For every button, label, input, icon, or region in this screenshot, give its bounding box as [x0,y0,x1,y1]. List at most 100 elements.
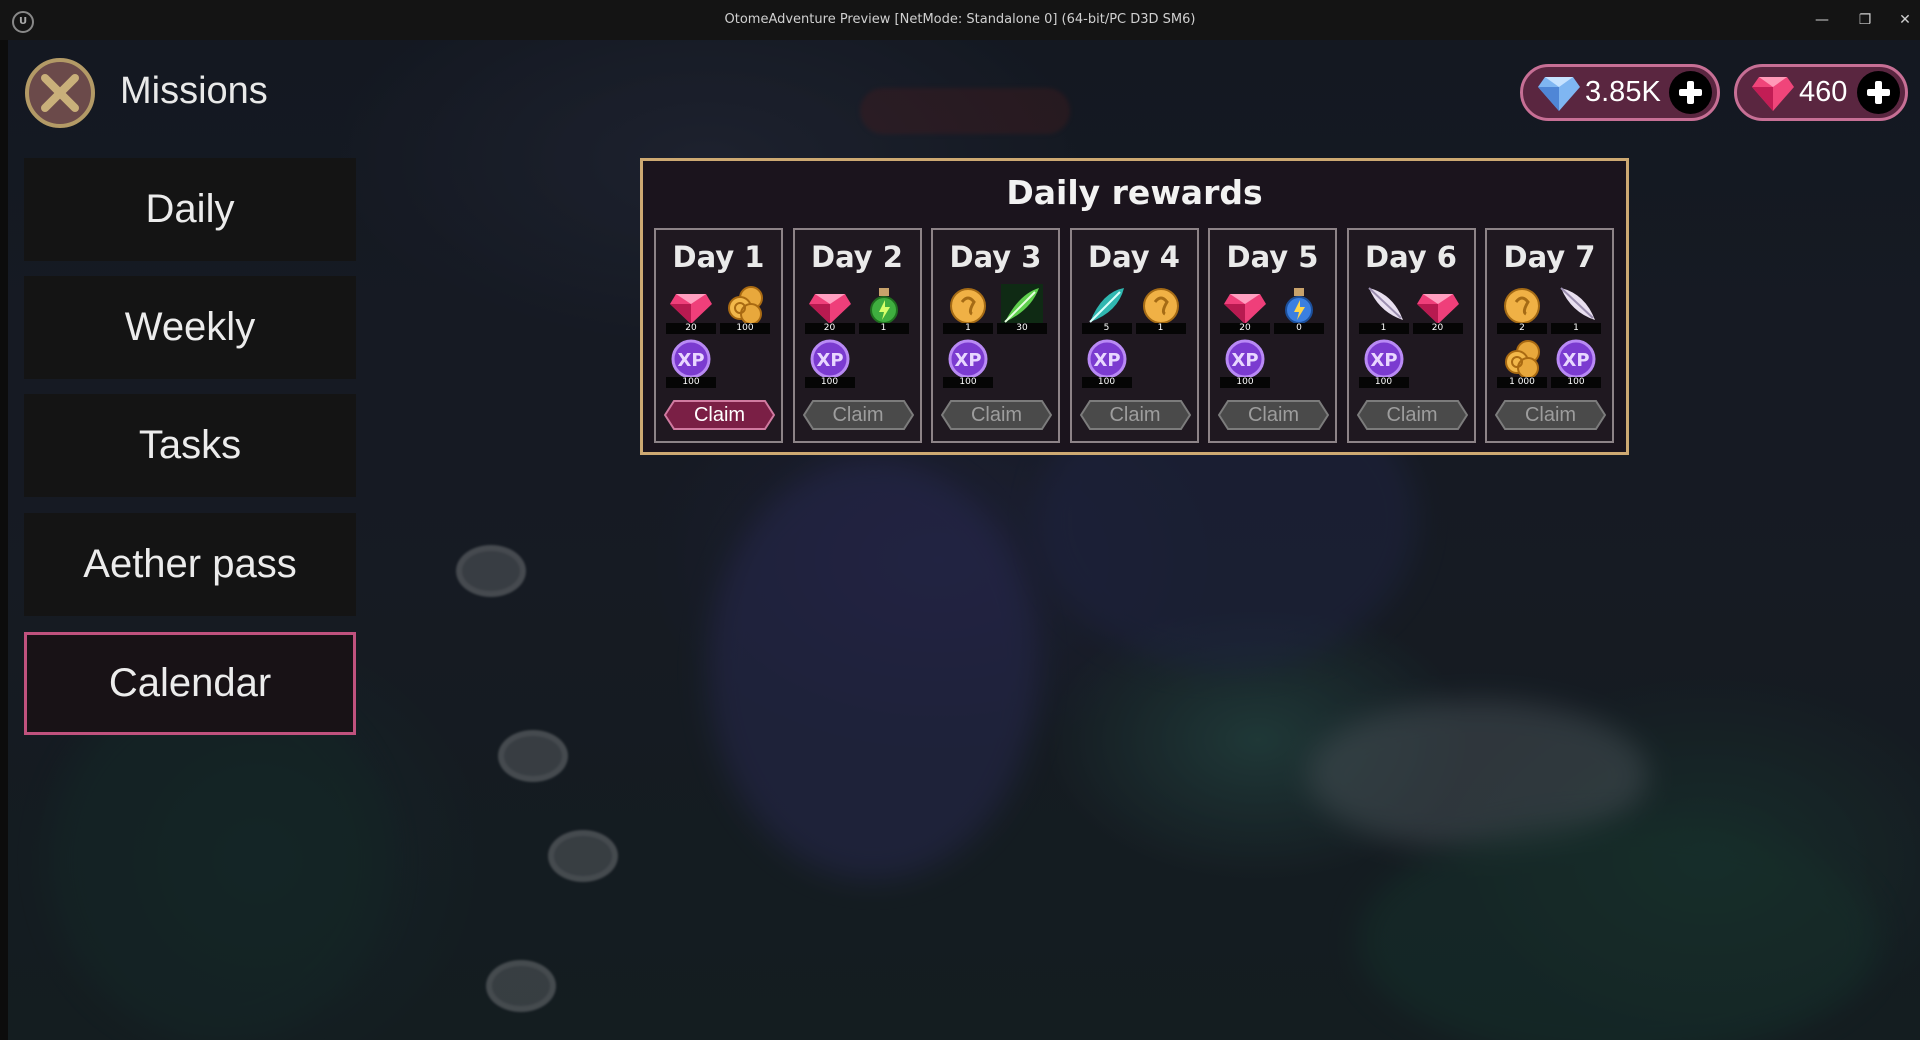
day-card: Day 3 1 30 100 Claim [931,228,1060,443]
red-gem-icon [1416,294,1459,324]
blue-diamond-icon [1538,77,1580,111]
reward-slot: 1 [1135,284,1186,334]
day-card: Day 5 20 0 100 Claim [1208,228,1337,443]
window-close-button[interactable]: ✕ [1890,8,1920,32]
red-gem-amount: 460 [1799,76,1848,108]
reward-slot: 1 000 [1497,338,1547,388]
xp-orb-icon [1556,339,1596,378]
reward-slot: 100 [1081,338,1132,388]
reward-quantity: 100 [1081,377,1132,388]
window-title: OtomeAdventure Preview [NetMode: Standal… [724,12,1196,27]
claim-label: Claim [693,404,746,426]
day-label: Day 5 [1226,240,1319,274]
reward-quantity: 1 [858,323,909,334]
xp-orb-icon [810,339,849,378]
reward-quantity: 100 [666,377,716,388]
day-label: Day 4 [1088,240,1180,274]
reward-quantity: 0 [1274,323,1324,334]
white-feather-icon [1560,287,1596,321]
claim-label: Claim [1386,404,1438,426]
claim-button[interactable]: Claim [1218,400,1329,430]
reward-slot: 20 [1220,284,1270,334]
page-title: Missions [120,70,268,112]
day-card: Day 1 20 100 100 Claim [654,228,783,443]
reward-quantity: 100 [1358,377,1409,388]
claim-button[interactable]: Claim [802,400,914,430]
reward-slot: 5 [1081,284,1132,334]
maximize-button[interactable]: ❐ [1850,8,1880,32]
reward-quantity: 100 [943,377,993,388]
red-gem-counter: 460 [1734,64,1908,121]
menu-item-calendar[interactable]: Calendar [24,632,356,735]
green-feather-icon [1001,284,1043,324]
add-blue-gems-button[interactable] [1669,71,1712,114]
blue-gem-counter: 3.85K [1520,64,1720,121]
claim-button[interactable]: Claim [1356,400,1468,430]
reward-slot: 100 [1220,338,1270,388]
reward-slot: 100 [804,338,855,388]
reward-quantity: 1 000 [1497,377,1547,388]
claim-button[interactable]: Claim [664,400,775,430]
title-bar: U OtomeAdventure Preview [NetMode: Stand… [0,0,1920,40]
claim-label: Claim [832,404,884,426]
reward-slot: 100 [943,338,993,388]
panel-title: Daily rewards [1006,173,1263,212]
red-gem-icon [808,294,851,324]
gold-coin-icon [1503,287,1541,324]
menu-item-daily[interactable]: Daily [24,158,356,261]
day-label: Day 1 [672,240,765,274]
reward-slot: 100 [1551,338,1601,388]
day-card: Day 2 20 1 100 Claim [792,228,922,443]
menu-item-tasks[interactable]: Tasks [24,394,356,497]
reward-slot: 100 [666,338,716,388]
reward-quantity: 1 [1135,323,1186,334]
day-card: Day 4 5 1 100 Claim [1069,228,1199,443]
add-red-gems-button[interactable] [1857,71,1900,114]
reward-slot: 100 [720,284,770,334]
xp-orb-icon [1225,339,1265,378]
xp-orb-icon [948,339,988,378]
claim-label: Claim [1109,404,1161,426]
minimize-button[interactable]: — [1807,8,1837,32]
menu-item-weekly[interactable]: Weekly [24,276,356,379]
reward-quantity: 1 [943,323,993,334]
menu-item-aether-pass[interactable]: Aether pass [24,513,356,616]
reward-slot: 1 [1358,284,1409,334]
claim-button[interactable]: Claim [1079,400,1191,430]
close-missions-button[interactable] [25,58,95,128]
reward-slot: 20 [804,284,855,334]
day-label: Day 6 [1365,240,1457,274]
claim-label: Claim [1524,404,1577,426]
reward-quantity: 100 [1551,377,1601,388]
reward-slot: 2 [1497,284,1547,334]
xp-orb-icon [1087,339,1126,378]
day-card: Day 7 21 1 000 100 Claim [1485,228,1614,443]
reward-slot: 20 [1412,284,1463,334]
close-icon [41,74,79,112]
xp-orb-icon [1364,339,1403,378]
gold-coin-icon [949,287,987,324]
reward-slot: 30 [997,284,1047,334]
reward-quantity: 1 [1358,323,1409,334]
red-gem-icon [1224,294,1266,324]
reward-quantity: 100 [720,323,770,334]
reward-quantity: 30 [997,323,1047,334]
reward-quantity: 20 [1412,323,1463,334]
red-gem-icon [1752,77,1794,111]
claim-label: Claim [970,404,1023,426]
blue-gem-amount: 3.85K [1585,76,1661,108]
reward-slot: 0 [1274,284,1324,334]
reward-slot: 1 [1551,284,1601,334]
day-label: Day 7 [1503,240,1596,274]
reward-quantity: 20 [804,323,855,334]
white-feather-icon [1367,287,1404,321]
daily-rewards-panel: Daily rewards Day 1 20 100 100 Claim Day 2 20 1… [640,158,1629,455]
reward-quantity: 1 [1551,323,1601,334]
day-label: Day 3 [949,240,1042,274]
claim-label: Claim [1247,404,1300,426]
claim-button[interactable]: Claim [941,400,1052,430]
reward-quantity: 100 [1220,377,1270,388]
day-card: Day 6 1 20 100 Claim [1346,228,1476,443]
coins-icon [1505,340,1540,378]
claim-button[interactable]: Claim [1495,400,1606,430]
